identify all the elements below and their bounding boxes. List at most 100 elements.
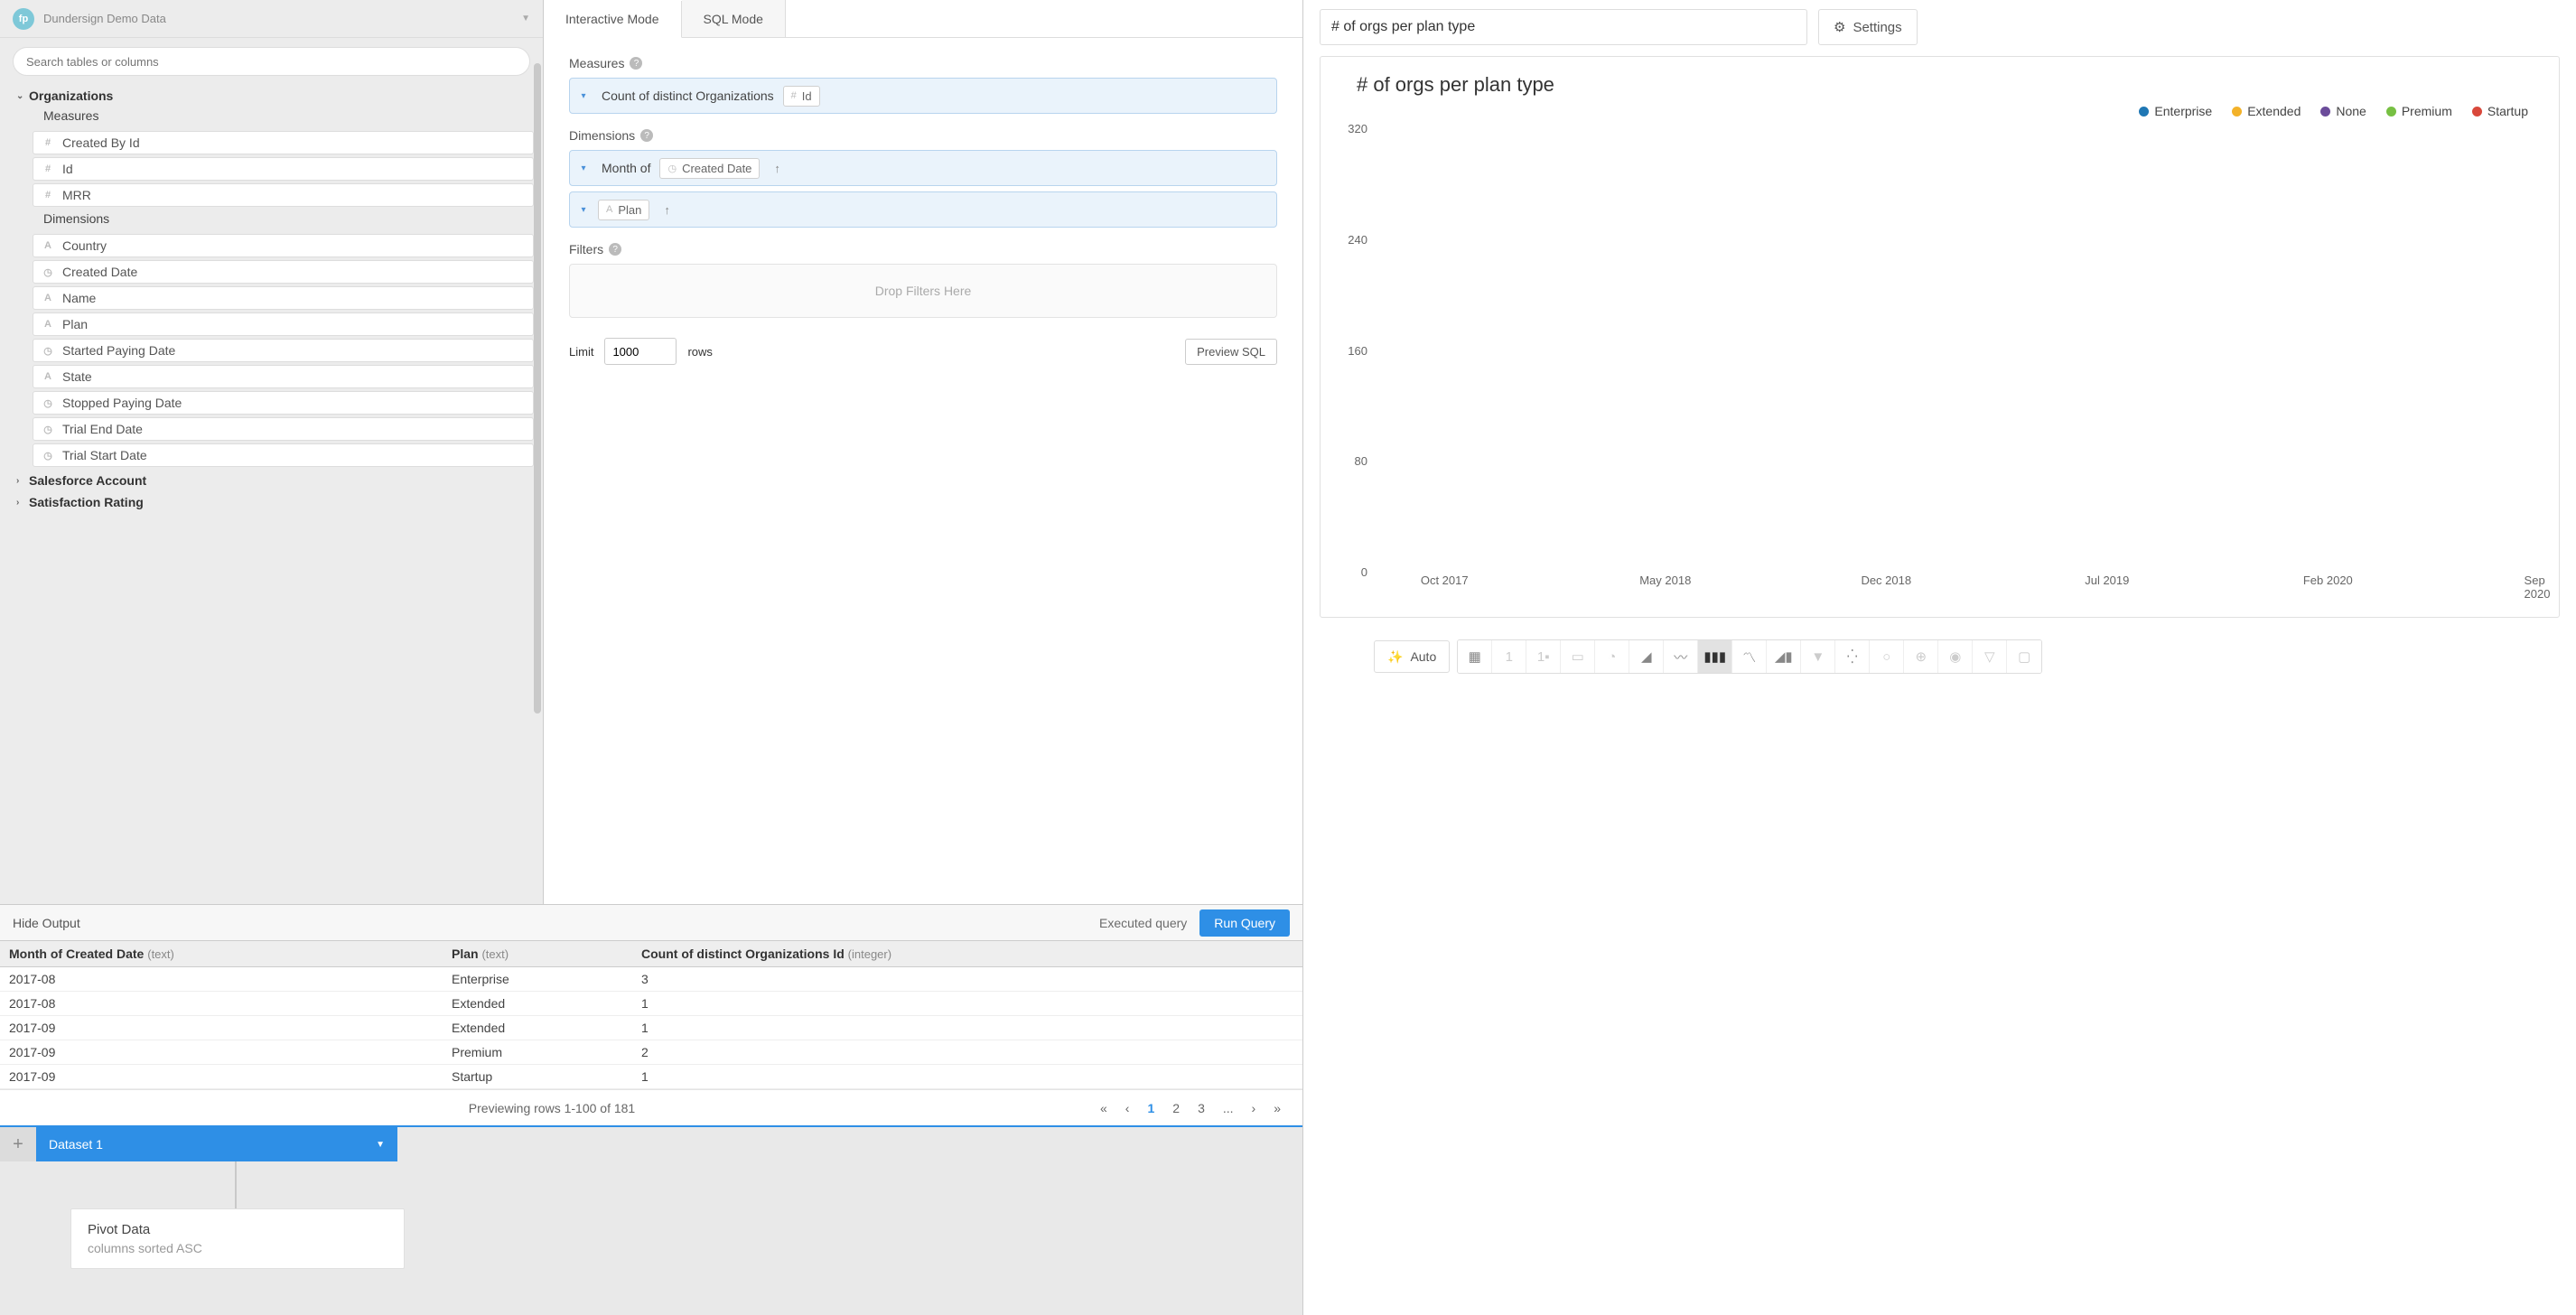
legend-item: Extended bbox=[2232, 104, 2301, 118]
field-created-by-id[interactable]: #Created By Id bbox=[33, 131, 534, 154]
pager-button[interactable]: » bbox=[1265, 1097, 1290, 1119]
viz-funnel-icon[interactable]: ▼ bbox=[1801, 640, 1835, 673]
type-icon: A bbox=[41, 293, 55, 303]
field-plan[interactable]: APlan bbox=[33, 312, 534, 336]
table-row[interactable]: 2017-09Startup1 bbox=[0, 1065, 1302, 1089]
viz-area-icon[interactable]: ◢ bbox=[1629, 640, 1664, 673]
hide-output-link[interactable]: Hide Output bbox=[13, 916, 80, 930]
legend-swatch bbox=[2139, 107, 2149, 117]
table-salesforce-account[interactable]: ›Salesforce Account bbox=[13, 470, 534, 491]
field-chip[interactable]: APlan bbox=[598, 200, 649, 220]
col-header[interactable]: Month of Created Date (text) bbox=[0, 941, 443, 967]
chart-bars bbox=[1375, 122, 2537, 570]
query-status: Executed query bbox=[1099, 916, 1187, 930]
table-row[interactable]: 2017-09Premium2 bbox=[0, 1040, 1302, 1065]
run-query-button[interactable]: Run Query bbox=[1199, 909, 1290, 937]
pill-menu-icon[interactable]: ▾ bbox=[574, 91, 593, 101]
type-icon: ◷ bbox=[41, 450, 55, 462]
pill-menu-icon[interactable]: ▾ bbox=[574, 205, 593, 215]
type-icon: # bbox=[791, 90, 797, 101]
pager-button[interactable]: 3 bbox=[1189, 1097, 1214, 1119]
datasource-select[interactable]: fp Dundersign Demo Data ▼ bbox=[0, 0, 543, 38]
viz-combo-icon[interactable]: ◢▮ bbox=[1767, 640, 1801, 673]
pivot-node[interactable]: Pivot Data columns sorted ASC bbox=[70, 1208, 405, 1269]
col-header[interactable]: Plan (text) bbox=[443, 941, 632, 967]
pager-button[interactable]: ‹ bbox=[1116, 1097, 1139, 1119]
type-icon: A bbox=[606, 204, 612, 215]
field-id[interactable]: #Id bbox=[33, 157, 534, 181]
limit-input[interactable] bbox=[604, 338, 677, 365]
filters-dropzone[interactable]: Drop Filters Here bbox=[569, 264, 1277, 318]
help-icon[interactable]: ? bbox=[640, 129, 653, 142]
chevron-down-icon: ▼ bbox=[521, 14, 530, 23]
table-organizations[interactable]: ⌄Organizations bbox=[13, 85, 534, 107]
sort-asc-icon[interactable]: ↑ bbox=[664, 203, 670, 217]
table-row[interactable]: 2017-08Extended1 bbox=[0, 992, 1302, 1016]
wand-icon: ✨ bbox=[1387, 649, 1403, 665]
legend-item: Startup bbox=[2472, 104, 2528, 118]
field-name[interactable]: AName bbox=[33, 286, 534, 310]
field-started-paying-date[interactable]: ◷Started Paying Date bbox=[33, 339, 534, 362]
pager-button[interactable]: 2 bbox=[1163, 1097, 1189, 1119]
chevron-icon: ⌄ bbox=[16, 91, 29, 101]
viz-bar-icon[interactable]: ▮▮▮ bbox=[1698, 640, 1732, 673]
table-row[interactable]: 2017-08Enterprise3 bbox=[0, 967, 1302, 992]
dataset-tab[interactable]: Dataset 1 ▼ bbox=[36, 1127, 397, 1161]
tab-interactive[interactable]: Interactive Mode bbox=[544, 1, 682, 38]
chevron-icon: › bbox=[16, 476, 29, 486]
pager-button[interactable]: 1 bbox=[1138, 1097, 1163, 1119]
viz-bubble-icon[interactable]: ○ bbox=[1870, 640, 1904, 673]
add-dataset-button[interactable]: + bbox=[0, 1127, 36, 1161]
pager-button[interactable]: « bbox=[1091, 1097, 1116, 1119]
viz-scatter-icon[interactable]: ⁛ bbox=[1835, 640, 1870, 673]
tab-sql[interactable]: SQL Mode bbox=[682, 0, 786, 37]
field-chip[interactable]: #Id bbox=[783, 86, 820, 107]
viz-globe-icon[interactable]: ⊕ bbox=[1904, 640, 1938, 673]
field-chip[interactable]: ◷Created Date bbox=[659, 158, 760, 179]
field-trial-end-date[interactable]: ◷Trial End Date bbox=[33, 417, 534, 441]
query-pill[interactable]: ▾Month of◷Created Date↑ bbox=[569, 150, 1277, 186]
query-pill[interactable]: ▾ APlan ↑ bbox=[569, 191, 1277, 228]
viz-progress-icon[interactable]: ▭ bbox=[1561, 640, 1595, 673]
viz-single-trend-icon[interactable]: 1▪ bbox=[1526, 640, 1561, 673]
field-country[interactable]: ACountry bbox=[33, 234, 534, 257]
viz-stacked-area-icon[interactable]: 〽 bbox=[1732, 640, 1767, 673]
measures-label: Measures? bbox=[569, 56, 1277, 70]
type-icon: # bbox=[41, 137, 55, 148]
dimensions-label: Dimensions? bbox=[569, 128, 1277, 143]
preview-sql-button[interactable]: Preview SQL bbox=[1185, 339, 1277, 365]
settings-button[interactable]: ⚙ Settings bbox=[1818, 9, 1918, 45]
search-input[interactable] bbox=[13, 47, 530, 76]
chart-title: # of orgs per plan type bbox=[1330, 73, 2537, 97]
sort-asc-icon[interactable]: ↑ bbox=[774, 162, 780, 175]
type-icon: A bbox=[41, 319, 55, 330]
legend-swatch bbox=[2320, 107, 2330, 117]
field-trial-start-date[interactable]: ◷Trial Start Date bbox=[33, 443, 534, 467]
rows-label: rows bbox=[687, 345, 712, 359]
col-header[interactable]: Count of distinct Organizations Id (inte… bbox=[632, 941, 1302, 967]
type-icon: ◷ bbox=[41, 397, 55, 409]
pager-button[interactable]: › bbox=[1243, 1097, 1265, 1119]
sidebar-scrollbar[interactable] bbox=[534, 63, 541, 713]
viz-line-icon[interactable]: 〰 bbox=[1664, 640, 1698, 673]
viz-table-icon[interactable]: ▦ bbox=[1458, 640, 1492, 673]
field-stopped-paying-date[interactable]: ◷Stopped Paying Date bbox=[33, 391, 534, 415]
field-state[interactable]: AState bbox=[33, 365, 534, 388]
table-row[interactable]: 2017-09Extended1 bbox=[0, 1016, 1302, 1040]
help-icon[interactable]: ? bbox=[630, 57, 642, 70]
viz-filter-icon[interactable]: ▽ bbox=[1973, 640, 2007, 673]
help-icon[interactable]: ? bbox=[609, 243, 621, 256]
pill-menu-icon[interactable]: ▾ bbox=[574, 163, 593, 173]
viz-pie-icon[interactable]: ◔ bbox=[1595, 640, 1629, 673]
query-pill[interactable]: ▾Count of distinct Organizations#Id bbox=[569, 78, 1277, 114]
legend-swatch bbox=[2472, 107, 2482, 117]
viz-map-icon[interactable]: ◉ bbox=[1938, 640, 1973, 673]
viz-single-value-icon[interactable]: 1 bbox=[1492, 640, 1526, 673]
field-mrr[interactable]: #MRR bbox=[33, 183, 534, 207]
table-satisfaction-rating[interactable]: ›Satisfaction Rating bbox=[13, 491, 534, 513]
pager-button[interactable]: ... bbox=[1214, 1097, 1243, 1119]
auto-viz-button[interactable]: ✨ Auto bbox=[1374, 640, 1450, 673]
field-created-date[interactable]: ◷Created Date bbox=[33, 260, 534, 284]
viz-card-icon[interactable]: ▢ bbox=[2007, 640, 2041, 673]
chart-title-input[interactable] bbox=[1320, 9, 1807, 45]
